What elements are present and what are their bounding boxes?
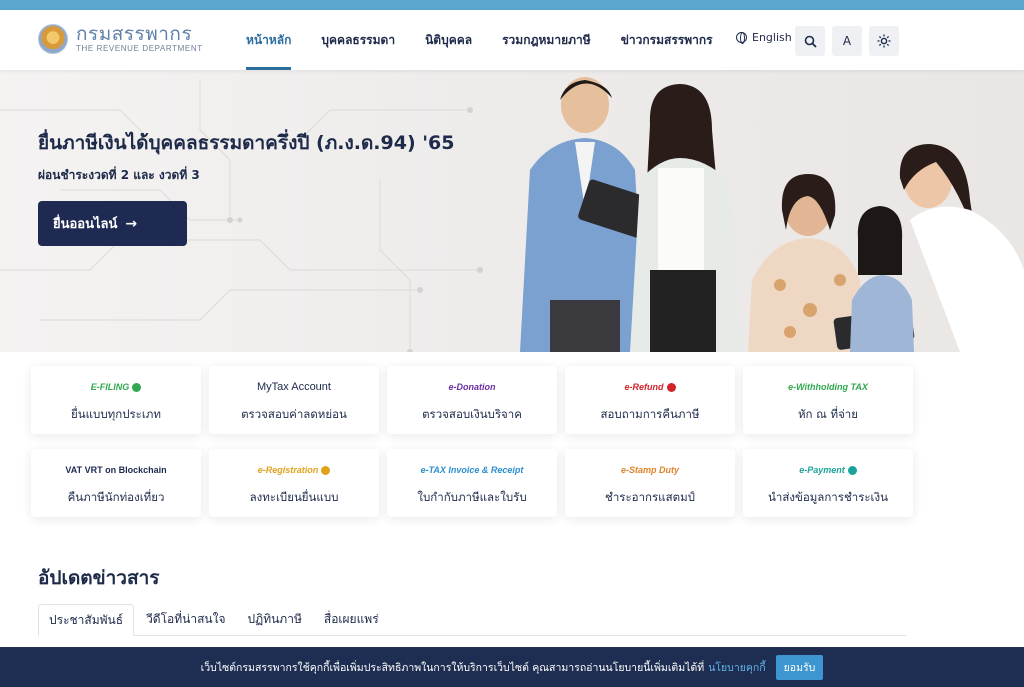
hero-people-photo <box>520 77 1024 352</box>
service-label: นำส่งข้อมูลการชำระเงิน <box>768 490 888 504</box>
service-label: ตรวจสอบเงินบริจาค <box>422 407 522 421</box>
service-card-e-payment[interactable]: e-Payment นำส่งข้อมูลการชำระเงิน <box>743 449 913 517</box>
news-section-title: อัปเดตข่าวสาร <box>38 567 160 589</box>
nav-item-juristic[interactable]: นิติบุคคล <box>425 10 472 70</box>
service-logo-text: VAT VRT on Blockchain <box>65 465 167 475</box>
language-switch[interactable]: English <box>736 31 792 44</box>
search-button[interactable] <box>795 26 825 56</box>
hero-banner: ยื่นภาษีเงินได้บุคคลธรรมดาครึ่งปี (ภ.ง.ด… <box>0 70 1024 352</box>
theme-toggle-button[interactable] <box>869 26 899 56</box>
service-card-e-refund[interactable]: e-Refund สอบถามการคืนภาษี <box>565 366 735 434</box>
globe-icon <box>736 32 747 44</box>
service-logo-text: e-TAX Invoice & Receipt <box>420 465 524 475</box>
arrow-right-icon: → <box>125 215 138 232</box>
tab-videos[interactable]: วีดีโอที่น่าสนใจ <box>136 604 235 636</box>
accept-cookies-button[interactable]: ยอมรับ <box>775 654 824 680</box>
service-card-vrt-blockchain[interactable]: VAT VRT on Blockchain คืนภาษีนักท่องเที่… <box>31 449 201 517</box>
file-online-button[interactable]: ยื่นออนไลน์ → <box>38 201 187 246</box>
e-withholding-logo-icon: e-Withholding TAX <box>743 376 913 398</box>
service-logo-text: e-Refund <box>624 382 664 392</box>
service-logo-text: e-Withholding TAX <box>788 382 868 392</box>
service-label: หัก ณ ที่จ่าย <box>797 407 859 421</box>
nav-item-individual[interactable]: บุคคลธรรมดา <box>321 10 395 70</box>
service-card-e-filing[interactable]: E-FILING ยื่นแบบทุกประเภท <box>31 366 201 434</box>
cookie-message: เว็บไซต์กรมสรรพากรใช้คุกกี้เพื่อเพิ่มประ… <box>200 661 705 674</box>
service-label: ใบกำกับภาษีและใบรับ <box>417 490 527 504</box>
site-logo[interactable]: กรมสรรพากร THE REVENUE DEPARTMENT <box>38 24 203 54</box>
e-tax-invoice-logo-icon: e-TAX Invoice & Receipt <box>387 459 557 481</box>
e-donation-logo-icon: e-Donation <box>387 376 557 398</box>
font-size-label: A <box>842 34 852 48</box>
tab-publications[interactable]: สื่อเผยแพร่ <box>314 604 389 636</box>
service-label: ยื่นแบบทุกประเภท <box>71 407 161 421</box>
mytax-logo-icon: MyTax Account <box>209 376 379 398</box>
font-size-button[interactable]: A <box>832 26 862 56</box>
nav-item-home[interactable]: หน้าหลัก <box>246 10 292 70</box>
service-logo-text: E-FILING <box>90 382 130 392</box>
tab-tax-calendar[interactable]: ปฏิทินภาษี <box>238 604 312 636</box>
hero-subtitle: ผ่อนชำระงวดที่ 2 และ งวดที่ 3 <box>38 168 200 182</box>
service-card-e-registration[interactable]: e-Registration ลงทะเบียนยื่นแบบ <box>209 449 379 517</box>
sun-icon <box>877 34 891 48</box>
service-label: สอบถามการคืนภาษี <box>600 407 700 421</box>
service-label: ชำระอากรแสตมป์ <box>605 490 695 504</box>
revenue-seal-icon <box>38 24 68 54</box>
nav-item-news[interactable]: ข่าวกรมสรรพากร <box>621 10 713 70</box>
logo-text: กรมสรรพากร THE REVENUE DEPARTMENT <box>76 24 203 54</box>
nav-item-tax-law[interactable]: รวมกฎหมายภาษี <box>502 10 591 70</box>
service-logo-text: e-Payment <box>799 465 845 475</box>
hero-title: ยื่นภาษีเงินได้บุคคลธรรมดาครึ่งปี (ภ.ง.ด… <box>38 132 455 154</box>
service-label: ลงทะเบียนยื่นแบบ <box>249 490 339 504</box>
logo-english-name: THE REVENUE DEPARTMENT <box>76 44 203 53</box>
site-header: กรมสรรพากร THE REVENUE DEPARTMENT หน้าหล… <box>0 10 1024 70</box>
news-tabs: ประชาสัมพันธ์ วีดีโอที่น่าสนใจ ปฏิทินภาษ… <box>38 604 906 636</box>
cookie-policy-link[interactable]: นโยบายคุกกี้ <box>708 659 765 676</box>
e-filing-logo-icon: E-FILING <box>31 376 201 398</box>
cookie-consent-bar: เว็บไซต์กรมสรรพากรใช้คุกกี้เพื่อเพิ่มประ… <box>0 647 1024 687</box>
language-label: English <box>752 31 792 44</box>
service-card-e-tax-invoice[interactable]: e-TAX Invoice & Receipt ใบกำกับภาษีและใบ… <box>387 449 557 517</box>
e-stamp-duty-logo-icon: e-Stamp Duty <box>565 459 735 481</box>
main-nav: หน้าหลัก บุคคลธรรมดา นิติบุคคล รวมกฎหมาย… <box>246 10 743 70</box>
e-payment-logo-icon: e-Payment <box>743 459 913 481</box>
e-refund-logo-icon: e-Refund <box>565 376 735 398</box>
service-card-e-stamp-duty[interactable]: e-Stamp Duty ชำระอากรแสตมป์ <box>565 449 735 517</box>
file-online-label: ยื่นออนไลน์ <box>53 217 118 232</box>
service-logo-text: e-Donation <box>448 382 496 392</box>
service-label: ตรวจสอบค่าลดหย่อน <box>241 407 347 421</box>
service-card-mytax[interactable]: MyTax Account ตรวจสอบค่าลดหย่อน <box>209 366 379 434</box>
logo-thai-name: กรมสรรพากร <box>76 23 193 45</box>
search-icon <box>804 35 817 48</box>
service-logo-text: MyTax Account <box>257 381 331 393</box>
service-logo-text: e-Stamp Duty <box>620 465 679 475</box>
service-label: คืนภาษีนักท่องเที่ยว <box>67 490 165 504</box>
e-registration-logo-icon: e-Registration <box>209 459 379 481</box>
service-card-e-donation[interactable]: e-Donation ตรวจสอบเงินบริจาค <box>387 366 557 434</box>
service-card-e-withholding[interactable]: e-Withholding TAX หัก ณ ที่จ่าย <box>743 366 913 434</box>
tab-public-relations[interactable]: ประชาสัมพันธ์ <box>38 604 135 636</box>
service-logo-text: e-Registration <box>257 465 319 475</box>
top-accent-strip <box>0 0 1024 10</box>
vrt-blockchain-logo-icon: VAT VRT on Blockchain <box>31 459 201 481</box>
